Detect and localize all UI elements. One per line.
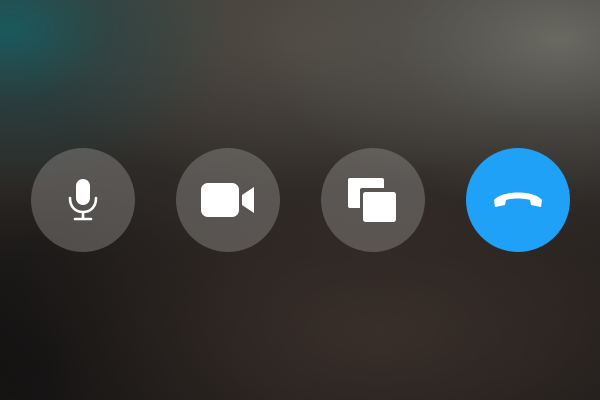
mute-button[interactable] xyxy=(31,148,135,252)
video-button[interactable] xyxy=(176,148,280,252)
end-call-icon xyxy=(488,186,548,214)
share-screen-icon xyxy=(347,175,399,225)
end-call-button[interactable] xyxy=(466,148,570,252)
call-controls-bar xyxy=(0,0,600,400)
call-screen xyxy=(0,0,600,400)
video-camera-icon xyxy=(200,182,256,218)
microphone-icon xyxy=(63,176,103,224)
share-screen-button[interactable] xyxy=(321,148,425,252)
